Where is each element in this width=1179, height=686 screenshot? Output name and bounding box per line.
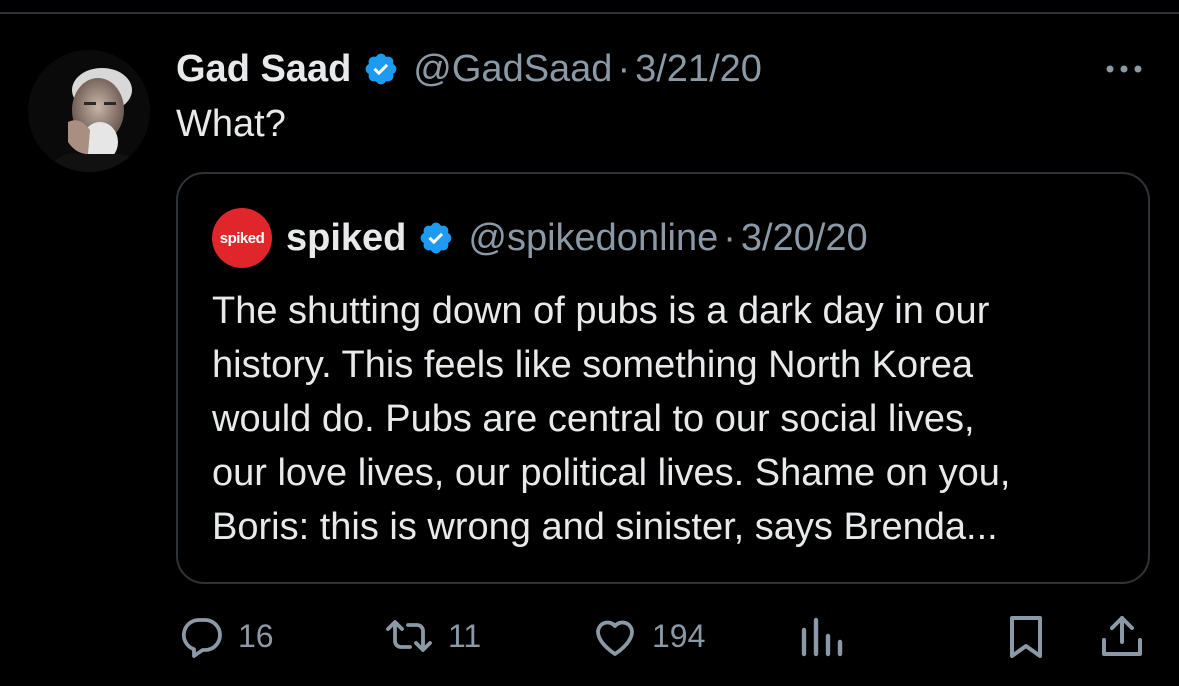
quote-author-handle[interactable]: @spikedonline — [468, 217, 718, 260]
quote-header: spiked @spikedonline · 3/20/20 — [286, 214, 868, 262]
like-count: 194 — [652, 617, 706, 654]
more-icon — [1106, 65, 1142, 73]
share-icon — [1102, 616, 1142, 656]
quote-text-line: history. This feels like something North… — [212, 344, 974, 386]
author-avatar-image — [28, 50, 150, 172]
tweet-header: Gad Saad @GadSaad · 3/21/20 — [176, 46, 762, 92]
like-button[interactable]: 194 — [590, 606, 705, 666]
top-divider — [0, 12, 1179, 14]
quote-text-line: The shutting down of pubs is a dark day … — [212, 290, 990, 332]
views-icon — [801, 617, 843, 657]
reply-button[interactable]: 16 — [178, 606, 274, 666]
author-avatar[interactable] — [28, 50, 150, 172]
verified-icon — [363, 51, 399, 87]
quote-date[interactable]: 3/20/20 — [741, 217, 868, 260]
quote-text-line: our love lives, our political lives. Sha… — [212, 452, 1011, 494]
action-bar: 16 11 194 — [0, 606, 1179, 666]
reply-count: 16 — [238, 617, 274, 654]
heart-icon — [596, 620, 634, 656]
author-name[interactable]: Gad Saad — [176, 48, 351, 91]
quote-text-line: would do. Pubs are central to our social… — [212, 398, 975, 440]
repost-icon — [386, 620, 432, 652]
repost-button[interactable]: 11 — [382, 606, 481, 666]
quote-text: The shutting down of pubs is a dark day … — [212, 284, 1122, 554]
tweet-date[interactable]: 3/21/20 — [635, 48, 762, 91]
author-handle[interactable]: @GadSaad — [413, 48, 612, 91]
views-button[interactable] — [798, 606, 844, 666]
quote-text-line: Boris: this is wrong and sinister, says … — [212, 506, 998, 548]
quote-header-separator: · — [723, 216, 736, 259]
bookmark-icon — [1010, 616, 1042, 658]
quote-avatar[interactable]: spiked — [212, 208, 272, 268]
reply-icon — [181, 618, 222, 658]
repost-count: 11 — [448, 617, 482, 654]
more-button[interactable] — [1098, 54, 1150, 84]
quote-avatar-logo: spiked — [219, 229, 265, 247]
bookmark-button[interactable] — [1004, 606, 1048, 666]
verified-icon — [418, 220, 454, 256]
tweet-text: What? — [176, 103, 286, 145]
quote-author-name[interactable]: spiked — [286, 217, 406, 260]
header-separator: · — [617, 47, 631, 90]
share-button[interactable] — [1098, 606, 1146, 666]
quoted-tweet[interactable]: spiked spiked @spikedonline · 3/20/20 Th… — [176, 172, 1150, 584]
